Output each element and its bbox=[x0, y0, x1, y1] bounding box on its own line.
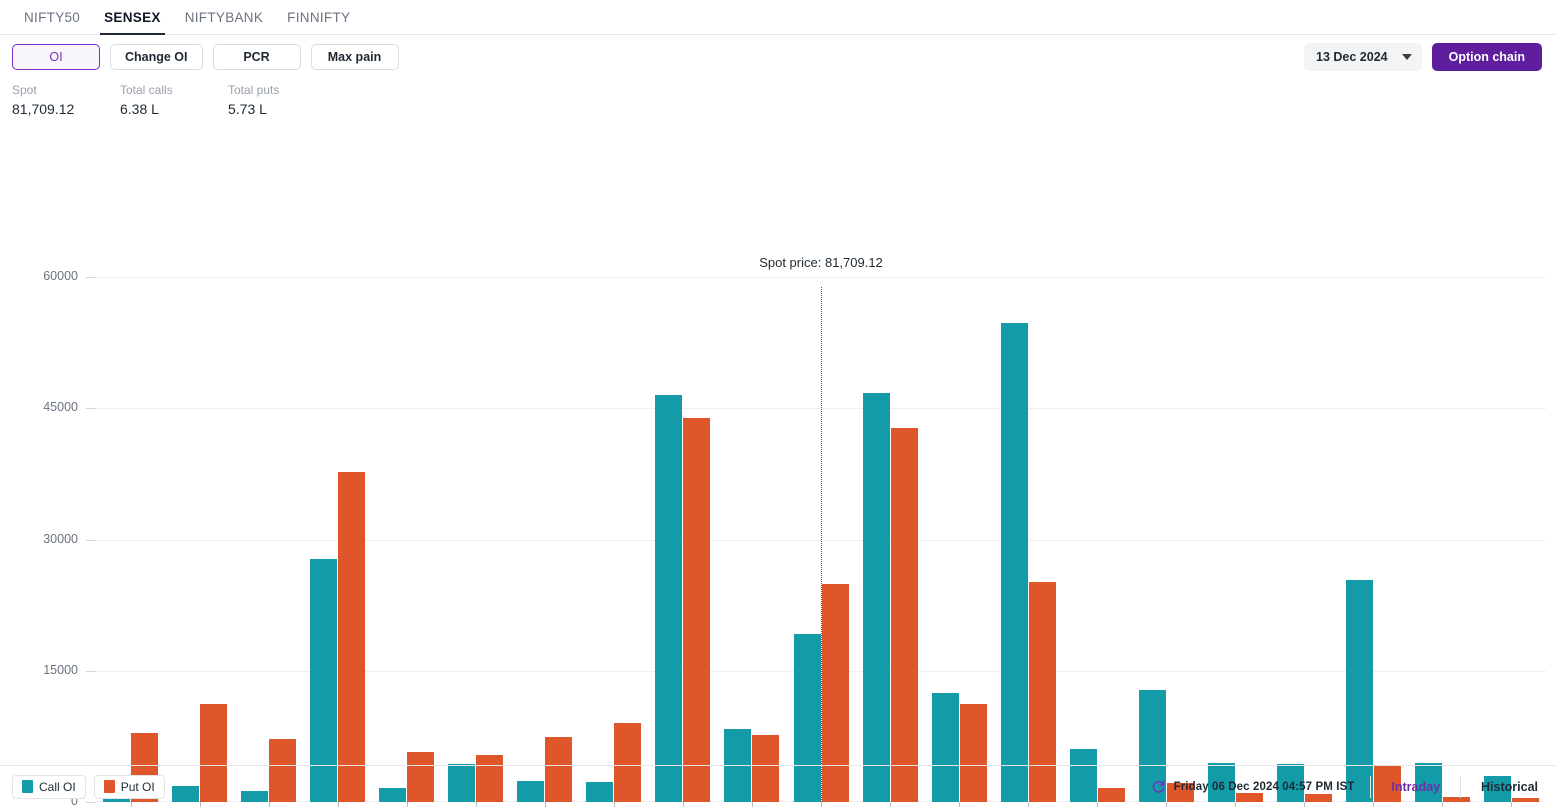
spot-price-line bbox=[821, 287, 822, 802]
stat-total-calls-label: Total calls bbox=[120, 83, 173, 97]
call-oi-bar[interactable] bbox=[862, 392, 890, 802]
call-oi-bar[interactable] bbox=[655, 395, 683, 802]
last-updated-timestamp: Friday 06 Dec 2024 04:57 PM IST bbox=[1173, 780, 1355, 793]
chart-toolbar: OI Change OI PCR Max pain 13 Dec 2024 Op… bbox=[0, 35, 1556, 79]
legend-call-oi[interactable]: Call OI bbox=[12, 774, 86, 799]
stat-spot-label: Spot bbox=[12, 83, 37, 97]
y-axis-tick bbox=[86, 277, 96, 278]
call-oi-bar[interactable] bbox=[1000, 323, 1028, 802]
put-oi-bar[interactable] bbox=[890, 427, 918, 802]
y-axis-tick bbox=[86, 539, 96, 541]
option-oi-page: NIFTY50 SENSEX NIFTYBANK FINNIFTY OI Cha… bbox=[0, 0, 1556, 807]
call-oi-color-swatch bbox=[22, 780, 33, 793]
y-axis-tick-label: 15000 bbox=[43, 662, 78, 677]
chart-plot-area: 01500030000450006000080,70080,80080,9008… bbox=[43, 255, 1546, 807]
stat-total-calls-value: 6.38 L bbox=[120, 101, 159, 117]
metric-button-oi[interactable]: OI bbox=[12, 44, 100, 70]
gridline bbox=[96, 277, 1546, 278]
stat-spot: Spot 81,709.12 bbox=[12, 81, 120, 119]
refresh-icon[interactable] bbox=[1151, 779, 1166, 794]
metric-button-change-oi[interactable]: Change OI bbox=[110, 44, 203, 70]
mode-historical[interactable]: Historical bbox=[1477, 780, 1542, 794]
stat-total-puts-value: 5.73 L bbox=[228, 101, 267, 117]
y-axis-tick bbox=[86, 408, 96, 410]
metric-button-max-pain[interactable]: Max pain bbox=[310, 44, 399, 70]
footer-divider-2 bbox=[1460, 775, 1462, 798]
metric-button-pcr[interactable]: PCR bbox=[212, 44, 301, 70]
footer-divider bbox=[1370, 775, 1372, 798]
expiry-date-select[interactable]: 13 Dec 2024 bbox=[1304, 43, 1422, 71]
put-oi-color-swatch bbox=[103, 780, 115, 793]
legend-put-oi[interactable]: Put OI bbox=[93, 774, 165, 799]
legend-put-oi-label: Put OI bbox=[120, 779, 155, 794]
spot-price-annotation: Spot price: 81,709.12 bbox=[759, 255, 883, 270]
put-oi-bar[interactable] bbox=[338, 472, 366, 802]
option-chain-button[interactable]: Option chain bbox=[1431, 43, 1542, 71]
put-oi-bar[interactable] bbox=[683, 417, 711, 802]
legend-call-oi-label: Call OI bbox=[39, 779, 76, 794]
chart-footer: Call OI Put OI Friday 06 Dec 2024 04:57 … bbox=[0, 765, 1556, 807]
mode-intraday[interactable]: Intraday bbox=[1387, 780, 1444, 794]
y-axis-tick-label: 30000 bbox=[43, 531, 78, 546]
oi-chart: 01500030000450006000080,70080,80080,9008… bbox=[0, 119, 1556, 807]
stat-total-puts-label: Total puts bbox=[228, 83, 280, 97]
summary-stats: Spot 81,709.12 Total calls 6.38 L Total … bbox=[0, 79, 1556, 119]
tab-nifty50[interactable]: NIFTY50 bbox=[12, 10, 92, 34]
chevron-down-icon bbox=[1401, 54, 1412, 60]
stat-total-calls: Total calls 6.38 L bbox=[120, 81, 228, 119]
index-tabs: NIFTY50 SENSEX NIFTYBANK FINNIFTY bbox=[0, 0, 1556, 35]
tab-sensex[interactable]: SENSEX bbox=[92, 10, 173, 35]
y-axis-tick bbox=[86, 670, 96, 672]
stat-spot-value: 81,709.12 bbox=[12, 101, 75, 117]
tab-niftybank[interactable]: NIFTYBANK bbox=[173, 10, 275, 34]
y-axis-tick-label: 60000 bbox=[43, 269, 78, 283]
tab-finnifty[interactable]: FINNIFTY bbox=[275, 10, 362, 34]
y-axis-tick-label: 45000 bbox=[43, 400, 78, 415]
stat-total-puts: Total puts 5.73 L bbox=[228, 81, 336, 119]
expiry-date-value: 13 Dec 2024 bbox=[1316, 50, 1388, 64]
